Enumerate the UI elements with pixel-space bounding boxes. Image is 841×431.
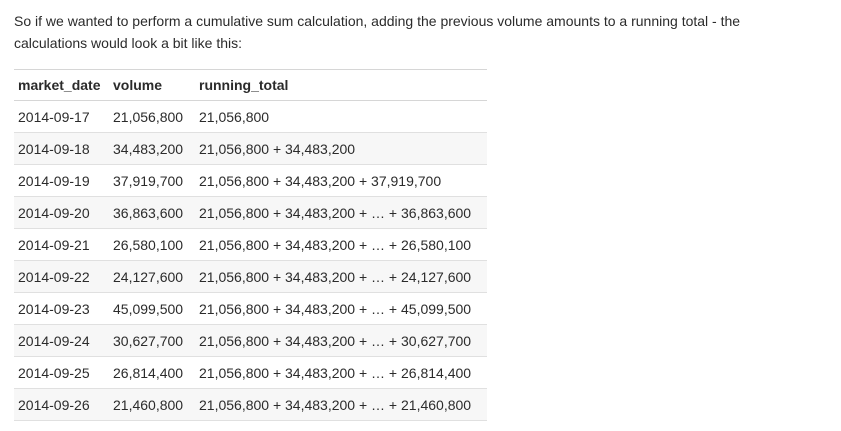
cell-running-total: 21,056,800 + 34,483,200 + … + 24,127,600 [195,260,487,293]
table-row: 2014-09-26 21,460,800 21,056,800 + 34,48… [14,388,487,421]
cell-volume: 26,814,400 [109,356,195,389]
cell-volume: 21,460,800 [109,388,195,421]
table-row: 2014-09-24 30,627,700 21,056,800 + 34,48… [14,324,487,357]
cell-volume: 34,483,200 [109,132,195,165]
cell-running-total: 21,056,800 + 34,483,200 + … + 45,099,500 [195,292,487,325]
cell-volume: 24,127,600 [109,260,195,293]
cell-volume: 26,580,100 [109,228,195,261]
cell-running-total: 21,056,800 + 34,483,200 + … + 36,863,600 [195,196,487,229]
cell-running-total: 21,056,800 + 34,483,200 + … + 26,580,100 [195,228,487,261]
table-row: 2014-09-18 34,483,200 21,056,800 + 34,48… [14,132,487,165]
page-content: So if we wanted to perform a cumulative … [0,0,841,421]
cell-volume: 21,056,800 [109,100,195,133]
table-row: 2014-09-22 24,127,600 21,056,800 + 34,48… [14,260,487,293]
cell-market-date: 2014-09-22 [14,260,109,293]
cell-market-date: 2014-09-20 [14,196,109,229]
table-row: 2014-09-19 37,919,700 21,056,800 + 34,48… [14,164,487,197]
table-row: 2014-09-25 26,814,400 21,056,800 + 34,48… [14,356,487,389]
cell-market-date: 2014-09-21 [14,228,109,261]
cell-market-date: 2014-09-17 [14,100,109,133]
intro-paragraph: So if we wanted to perform a cumulative … [14,13,741,51]
cell-market-date: 2014-09-26 [14,388,109,421]
table-row: 2014-09-17 21,056,800 21,056,800 [14,100,487,133]
cell-market-date: 2014-09-25 [14,356,109,389]
header-market-date: market_date [14,69,109,101]
cell-running-total: 21,056,800 + 34,483,200 + … + 26,814,400 [195,356,487,389]
table-row: 2014-09-23 45,099,500 21,056,800 + 34,48… [14,292,487,325]
cell-running-total: 21,056,800 [195,100,487,133]
cell-market-date: 2014-09-19 [14,164,109,197]
cell-running-total: 21,056,800 + 34,483,200 + … + 21,460,800 [195,388,487,421]
header-running-total: running_total [195,69,487,101]
cell-running-total: 21,056,800 + 34,483,200 + … + 30,627,700 [195,324,487,357]
cell-volume: 30,627,700 [109,324,195,357]
header-volume: volume [109,69,195,101]
cell-volume: 37,919,700 [109,164,195,197]
table-header: market_date volume running_total [14,69,487,101]
cell-market-date: 2014-09-18 [14,132,109,165]
cell-market-date: 2014-09-24 [14,324,109,357]
cell-volume: 36,863,600 [109,196,195,229]
table-body: 2014-09-17 21,056,800 21,056,800 2014-09… [14,100,487,421]
cell-running-total: 21,056,800 + 34,483,200 [195,132,487,165]
cell-market-date: 2014-09-23 [14,292,109,325]
header-row: market_date volume running_total [14,69,487,101]
cell-volume: 45,099,500 [109,292,195,325]
table-row: 2014-09-20 36,863,600 21,056,800 + 34,48… [14,196,487,229]
cell-running-total: 21,056,800 + 34,483,200 + 37,919,700 [195,164,487,197]
cumulative-sum-table: market_date volume running_total 2014-09… [14,69,487,421]
table-row: 2014-09-21 26,580,100 21,056,800 + 34,48… [14,228,487,261]
